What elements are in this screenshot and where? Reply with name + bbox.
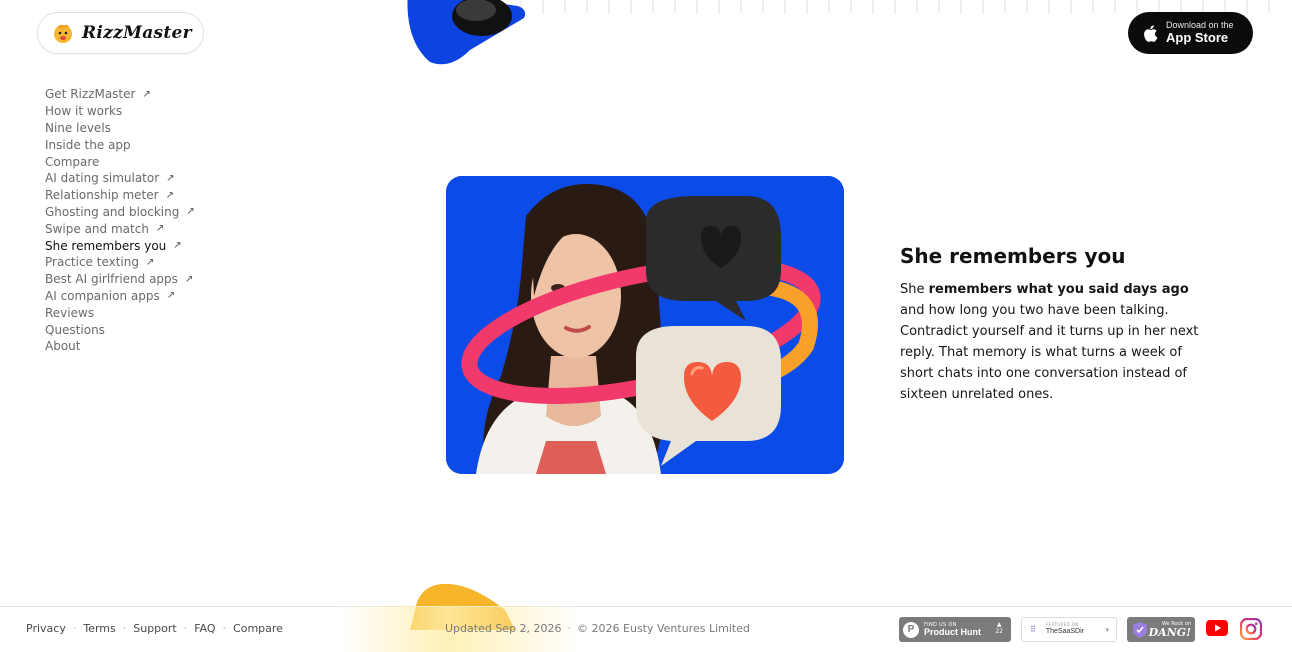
section-body: She remembers what you said days ago and… bbox=[900, 279, 1215, 405]
dang-shield-icon bbox=[1133, 621, 1147, 638]
dang-badge[interactable]: We Rock on DANG! bbox=[1127, 617, 1195, 642]
product-hunt-icon: P bbox=[903, 621, 919, 638]
external-arrow-icon: ↗ bbox=[142, 88, 151, 100]
nav-item-she-remembers-you[interactable]: She remembers you ↗ bbox=[45, 237, 195, 254]
nav-item-practice-texting[interactable]: Practice texting ↗ bbox=[45, 254, 195, 271]
external-arrow-icon: ↗ bbox=[184, 273, 194, 285]
nav-item-inside-the-app[interactable]: Inside the app bbox=[45, 136, 195, 153]
vote-count: 22 bbox=[995, 628, 1003, 636]
nav-item-reviews[interactable]: Reviews bbox=[45, 304, 195, 321]
footer-link-faq[interactable]: FAQ bbox=[194, 622, 215, 635]
nav-item-compare[interactable]: Compare bbox=[45, 153, 195, 170]
nav-item-label: Best AI girlfriend apps bbox=[45, 272, 178, 287]
footer-separator: · bbox=[72, 622, 77, 635]
side-navigation: Get RizzMaster ↗ How it works Nine levels… bbox=[45, 86, 195, 355]
upvote-icon: ▲ bbox=[996, 621, 1002, 628]
nav-item-label: Questions bbox=[45, 322, 105, 337]
nav-item-label: How it works bbox=[45, 104, 123, 119]
external-arrow-icon: ↗ bbox=[155, 223, 165, 235]
external-arrow-icon: ↗ bbox=[165, 189, 174, 201]
nav-item-label: AI companion apps bbox=[45, 288, 160, 303]
nav-item-label: Swipe and match bbox=[45, 221, 149, 236]
dang-label: DANG! bbox=[1148, 625, 1191, 639]
brand-name: RizzMaster bbox=[82, 23, 192, 43]
nav-item-questions[interactable]: Questions bbox=[45, 321, 195, 338]
footer-links: Privacy · Terms · Support · FAQ · Compare bbox=[26, 622, 283, 635]
saasdir-icon: ⠿ bbox=[1030, 625, 1036, 634]
nav-item-label: Relationship meter bbox=[45, 188, 159, 203]
nav-item-relationship-meter[interactable]: Relationship meter ↗ bbox=[45, 187, 195, 204]
section-body-pre: She bbox=[900, 282, 929, 297]
nav-item-best-ai-girlfriend-apps[interactable]: Best AI girlfriend apps ↗ bbox=[45, 271, 195, 288]
nav-item-label: Compare bbox=[45, 154, 100, 169]
footer-link-terms[interactable]: Terms bbox=[83, 622, 115, 635]
nav-item-nine-levels[interactable]: Nine levels bbox=[45, 120, 195, 137]
product-hunt-votes: ▲ 22 bbox=[995, 621, 1003, 635]
woman-with-chat-bubbles-image bbox=[446, 176, 844, 474]
product-hunt-badge[interactable]: P FIND US ON Product Hunt ▲ 22 bbox=[899, 617, 1011, 642]
decorative-blue-blob bbox=[407, 0, 526, 65]
nav-item-label: She remembers you bbox=[45, 238, 167, 253]
nav-item-label: Reviews bbox=[45, 305, 95, 320]
footer-copyright: © 2026 Eusty Ventures Limited bbox=[577, 622, 750, 635]
app-store-button[interactable]: Download on the App Store bbox=[1128, 12, 1253, 54]
chevron-down-icon: ▾ bbox=[1105, 625, 1109, 634]
hero-illustration bbox=[446, 176, 844, 474]
saasdir-badge[interactable]: ⠿ FEATURED ON TheSaaSDir ▾ bbox=[1021, 617, 1117, 642]
external-arrow-icon: ↗ bbox=[145, 256, 155, 268]
external-arrow-icon: ↗ bbox=[166, 290, 176, 302]
youtube-icon[interactable] bbox=[1206, 619, 1228, 637]
footer-separator: · bbox=[567, 622, 572, 635]
footer-link-compare[interactable]: Compare bbox=[233, 622, 283, 635]
nav-item-label: Practice texting bbox=[45, 255, 139, 270]
saasdir-label: TheSaaSDir bbox=[1045, 627, 1084, 635]
nav-item-swipe-and-match[interactable]: Swipe and match ↗ bbox=[45, 220, 195, 237]
product-hunt-label: Product Hunt bbox=[924, 626, 981, 637]
section-title: She remembers you bbox=[900, 244, 1126, 268]
footer-separator: · bbox=[183, 622, 188, 635]
footer-updated: Updated Sep 2, 2026 bbox=[445, 622, 562, 635]
nav-item-how-it-works[interactable]: How it works bbox=[45, 103, 195, 120]
nav-item-ai-dating-simulator[interactable]: AI dating simulator ↗ bbox=[45, 170, 195, 187]
footer-separator: · bbox=[222, 622, 227, 635]
section-body-emphasis: remembers what you said days ago bbox=[928, 282, 1189, 297]
nav-item-label: Nine levels bbox=[45, 120, 111, 135]
footer-meta: Updated Sep 2, 2026 · © 2026 Eusty Venture… bbox=[445, 622, 750, 635]
nav-item-about[interactable]: About bbox=[45, 338, 195, 355]
app-store-label: App Store bbox=[1166, 29, 1229, 45]
nav-item-ghosting-and-blocking[interactable]: Ghosting and blocking ↗ bbox=[45, 204, 195, 221]
nav-item-label: AI dating simulator bbox=[45, 171, 160, 186]
section-body-post: and how long you two have been talking. … bbox=[900, 303, 1199, 402]
external-arrow-icon: ↗ bbox=[166, 172, 175, 184]
footer-link-support[interactable]: Support bbox=[133, 622, 176, 635]
instagram-icon[interactable] bbox=[1240, 618, 1262, 640]
nav-item-label: Ghosting and blocking bbox=[45, 204, 180, 219]
nav-item-label: Inside the app bbox=[45, 137, 131, 152]
nav-item-ai-companion-apps[interactable]: AI companion apps ↗ bbox=[45, 288, 195, 305]
nav-item-label: About bbox=[45, 339, 81, 354]
external-arrow-icon: ↗ bbox=[186, 206, 195, 218]
nav-item-label: Get RizzMaster bbox=[45, 87, 136, 102]
footer-link-privacy[interactable]: Privacy bbox=[26, 622, 66, 635]
brand-logo[interactable]: RizzMaster bbox=[37, 12, 204, 54]
apple-icon bbox=[1144, 24, 1158, 42]
brand-mascot-icon bbox=[54, 24, 72, 43]
footer-separator: · bbox=[122, 622, 127, 635]
external-arrow-icon: ↗ bbox=[173, 240, 182, 252]
nav-item-get-rizzmaster[interactable]: Get RizzMaster ↗ bbox=[45, 86, 195, 103]
